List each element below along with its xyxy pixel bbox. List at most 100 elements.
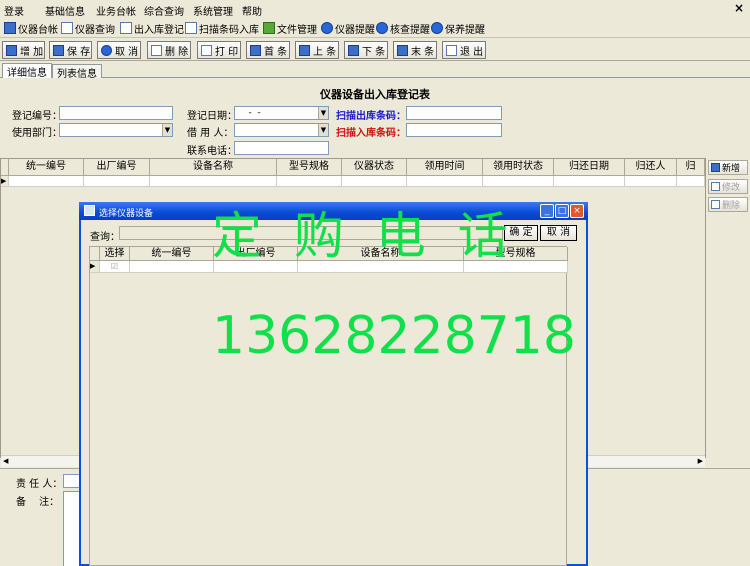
next-record-icon [348, 44, 359, 56]
undo-icon [101, 44, 112, 56]
menu-comprehensive-query[interactable]: 综合查询 [144, 3, 184, 18]
col-return-more[interactable]: 归 [677, 159, 705, 176]
table-cell[interactable] [625, 176, 677, 187]
table-cell[interactable] [554, 176, 625, 187]
col-borrow-status[interactable]: 领用时状态 [483, 159, 554, 176]
scroll-left-icon[interactable]: ◀ [3, 457, 8, 465]
scan-in-input[interactable] [406, 123, 502, 137]
table-cell[interactable] [150, 176, 277, 187]
chevron-down-icon[interactable]: ▼ [318, 107, 328, 119]
dept-select[interactable]: ▼ [59, 123, 173, 137]
dept-label: 使用部门： [12, 128, 62, 139]
edit-row-icon [711, 182, 720, 191]
nav-bar: 仪器台帐 仪器查询 出入库登记 扫描条码入库 文件管理 仪器提醒 核查提醒 保养… [0, 18, 750, 38]
print-button[interactable]: 打 印 [197, 41, 241, 59]
col-model[interactable]: 型号规格 [277, 159, 342, 176]
borrower-select[interactable]: ▼ [234, 123, 329, 137]
table-cell[interactable] [130, 261, 214, 273]
save-icon [53, 44, 64, 56]
row-header [90, 247, 100, 261]
scan-out-input[interactable] [406, 106, 502, 120]
table-cell[interactable] [483, 176, 554, 187]
table-cell[interactable] [84, 176, 150, 187]
reg-no-input[interactable] [59, 106, 173, 120]
col-unified-no[interactable]: 统一编号 [130, 247, 214, 261]
nav-maintenance-reminder[interactable]: 保养提醒 [431, 20, 485, 36]
menu-business-ledger[interactable]: 业务台帐 [96, 3, 136, 18]
add-button[interactable]: 增 加 [2, 41, 45, 59]
col-return-date[interactable]: 归还日期 [554, 159, 625, 176]
query-icon [61, 22, 73, 34]
ok-button[interactable]: 确 定 [504, 225, 538, 241]
menu-basic-info[interactable]: 基础信息 [45, 3, 85, 18]
dialog-titlebar[interactable]: 选择仪器设备 _ □ × [79, 202, 588, 220]
col-borrow-time[interactable]: 领用时间 [407, 159, 483, 176]
menu-help[interactable]: 帮助 [242, 3, 262, 18]
phone-label: 联系电话： [187, 146, 237, 157]
tab-list-info[interactable]: 列表信息 [52, 64, 102, 80]
exit-button[interactable]: 退 出 [442, 41, 486, 59]
table-cell[interactable] [464, 261, 568, 273]
delete-icon [151, 44, 162, 56]
nav-check-reminder[interactable]: 核查提醒 [376, 20, 430, 36]
device-grid: 选择 统一编号 出厂编号 设备名称 型号规格 ▶ ☑ [89, 246, 568, 566]
query-input[interactable] [119, 226, 503, 240]
select-checkbox[interactable]: ☑ [100, 261, 130, 273]
owner-label: 责 任 人： [16, 479, 63, 490]
nav-label: 仪器提醒 [335, 24, 375, 36]
col-factory-no[interactable]: 出厂编号 [84, 159, 150, 176]
close-icon[interactable]: × [734, 1, 744, 15]
col-device-name[interactable]: 设备名称 [298, 247, 464, 261]
phone-input[interactable] [234, 141, 329, 155]
save-button[interactable]: 保 存 [49, 41, 92, 59]
next-record-button[interactable]: 下 条 [344, 41, 388, 59]
table-cell[interactable] [214, 261, 298, 273]
nav-instrument-ledger[interactable]: 仪器台帐 [4, 20, 58, 36]
add-icon [6, 44, 17, 56]
table-cell[interactable] [298, 261, 464, 273]
chevron-down-icon[interactable]: ▼ [318, 124, 328, 136]
select-device-dialog: 选择仪器设备 _ □ × 查询： 确 定 取 消 选择 统一编号 出厂编号 设备… [79, 202, 588, 566]
col-unified-no[interactable]: 统一编号 [9, 159, 84, 176]
table-cell[interactable] [342, 176, 407, 187]
menu-login[interactable]: 登录 [4, 3, 24, 18]
minimize-icon[interactable]: _ [540, 204, 554, 218]
file-manage-icon [263, 22, 275, 34]
new-row-button[interactable]: 新增 [708, 160, 748, 175]
col-returner[interactable]: 归还人 [625, 159, 677, 176]
delete-button[interactable]: 删 除 [147, 41, 191, 59]
cancel-button[interactable]: 取 消 [97, 41, 141, 59]
table-cell[interactable] [277, 176, 342, 187]
last-record-button[interactable]: 末 条 [393, 41, 437, 59]
col-select[interactable]: 选择 [100, 247, 130, 261]
dialog-cancel-button[interactable]: 取 消 [540, 225, 577, 241]
col-status[interactable]: 仪器状态 [342, 159, 407, 176]
prev-record-icon [299, 44, 310, 56]
nav-instrument-reminder[interactable]: 仪器提醒 [321, 20, 375, 36]
menu-system-management[interactable]: 系统管理 [193, 3, 233, 18]
col-factory-no[interactable]: 出厂编号 [214, 247, 298, 261]
col-model[interactable]: 型号规格 [464, 247, 568, 261]
prev-record-button[interactable]: 上 条 [295, 41, 339, 59]
nav-label: 仪器台帐 [18, 24, 58, 36]
delete-row-button[interactable]: 删除 [708, 197, 748, 212]
print-icon [201, 44, 212, 56]
nav-barcode-scan-in[interactable]: 扫描条码入库 [185, 20, 259, 36]
close-icon[interactable]: × [570, 204, 584, 218]
nav-stock-register[interactable]: 出入库登记 [120, 20, 184, 36]
chevron-down-icon[interactable]: ▼ [162, 124, 172, 136]
col-device-name[interactable]: 设备名称 [150, 159, 277, 176]
table-cell[interactable] [677, 176, 705, 187]
tab-detail-info[interactable]: 详细信息 [2, 63, 52, 79]
edit-row-button[interactable]: 修改 [708, 179, 748, 194]
row-indicator: ▶ [1, 176, 9, 187]
maximize-icon[interactable]: □ [555, 204, 569, 218]
nav-file-management[interactable]: 文件管理 [263, 20, 317, 36]
nav-label: 扫描条码入库 [199, 24, 259, 36]
scroll-right-icon[interactable]: ▶ [698, 457, 703, 465]
reg-date-picker[interactable]: - - ▼ [234, 106, 329, 120]
nav-instrument-query[interactable]: 仪器查询 [61, 20, 115, 36]
first-record-button[interactable]: 首 条 [246, 41, 290, 59]
table-cell[interactable] [9, 176, 84, 187]
table-cell[interactable] [407, 176, 483, 187]
